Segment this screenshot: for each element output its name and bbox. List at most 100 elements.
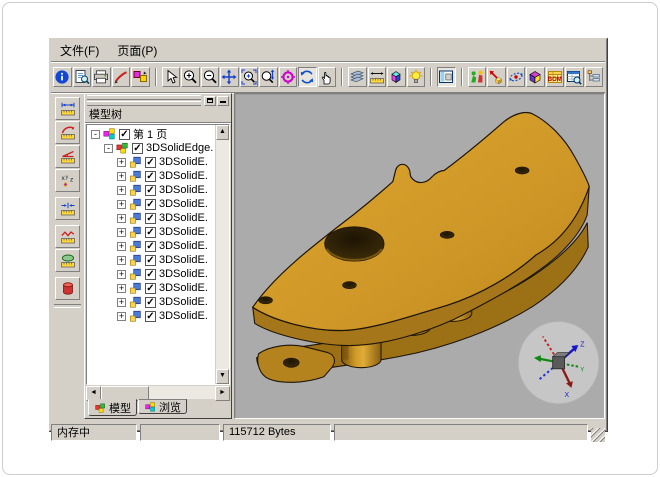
expand-icon[interactable]: + xyxy=(117,242,126,251)
render-mode-button[interactable] xyxy=(387,67,406,87)
menu-page[interactable]: 页面(P) xyxy=(108,40,166,61)
print-button[interactable] xyxy=(92,67,111,87)
panel-grip-lines xyxy=(87,95,201,107)
pan-button[interactable] xyxy=(318,67,337,87)
expand-icon[interactable]: + xyxy=(117,284,126,293)
collapse-icon[interactable]: - xyxy=(104,144,113,153)
zoom-window-button[interactable] xyxy=(240,67,259,87)
viewport-3d[interactable]: Z X Y xyxy=(234,93,605,419)
tree-row-part[interactable]: +✓3DSolidE. xyxy=(89,183,215,197)
tree-horizontal-scrollbar[interactable]: ◄ ► xyxy=(86,386,230,399)
expand-icon[interactable]: + xyxy=(117,256,126,265)
part-node-icon xyxy=(128,309,143,323)
light-button[interactable] xyxy=(407,67,426,87)
menu-file[interactable]: 文件(F) xyxy=(51,40,108,61)
tab-browse[interactable]: 浏览 xyxy=(138,399,187,414)
svg-text:X: X xyxy=(565,392,570,399)
select-button[interactable] xyxy=(162,67,181,87)
redline-button[interactable] xyxy=(112,67,131,87)
expand-icon[interactable]: + xyxy=(117,228,126,237)
rotate-center-button[interactable] xyxy=(279,67,298,87)
scroll-track[interactable] xyxy=(216,140,229,369)
node-checkbox[interactable]: ✓ xyxy=(145,311,156,322)
toolbar-separator xyxy=(151,67,162,87)
part-node-icon xyxy=(128,155,143,169)
node-checkbox[interactable]: ✓ xyxy=(145,297,156,308)
measure-volume-button[interactable] xyxy=(55,277,80,300)
tree-row-part[interactable]: +✓3DSolidE. xyxy=(89,211,215,225)
orbit-assembly-button[interactable] xyxy=(507,67,526,87)
table-search-button[interactable] xyxy=(565,67,584,87)
info-button[interactable] xyxy=(53,67,72,87)
zoom-out-button[interactable] xyxy=(201,67,220,87)
node-label: 3DSolidE. xyxy=(159,282,208,294)
expand-icon[interactable]: + xyxy=(117,186,126,195)
node-checkbox[interactable]: ✓ xyxy=(145,283,156,294)
node-checkbox[interactable]: ✓ xyxy=(145,171,156,182)
expand-icon[interactable]: + xyxy=(117,172,126,181)
node-checkbox[interactable]: ✓ xyxy=(145,185,156,196)
solid-view-button[interactable] xyxy=(526,67,545,87)
status-field-empty xyxy=(140,424,220,441)
panel-hide-button[interactable] xyxy=(217,96,229,106)
measure-distance-button[interactable] xyxy=(55,97,80,120)
expand-icon[interactable]: + xyxy=(117,270,126,279)
measure-area-button[interactable] xyxy=(55,249,80,272)
expand-icon[interactable]: + xyxy=(117,158,126,167)
node-checkbox[interactable]: ✓ xyxy=(145,269,156,280)
measure-coordinate-button[interactable] xyxy=(55,169,80,192)
node-checkbox[interactable]: ✓ xyxy=(145,199,156,210)
expand-icon[interactable]: + xyxy=(117,312,126,321)
node-checkbox[interactable]: ✓ xyxy=(145,157,156,168)
measure-angle-button[interactable] xyxy=(55,145,80,168)
tree-row-part[interactable]: +✓3DSolidE. xyxy=(89,197,215,211)
explode-button[interactable] xyxy=(487,67,506,87)
tree-row-part[interactable]: +✓3DSolidE. xyxy=(89,225,215,239)
node-checkbox[interactable]: ✓ xyxy=(145,213,156,224)
status-memory: 内存中 xyxy=(51,424,137,441)
scroll-up-arrow[interactable]: ▲ xyxy=(216,125,229,140)
scroll-track[interactable] xyxy=(149,386,215,399)
tree-row-part[interactable]: +✓3DSolidE. xyxy=(89,155,215,169)
measure-radius-button[interactable] xyxy=(55,121,80,144)
tree-row-part[interactable]: +✓3DSolidE. xyxy=(89,309,215,323)
zoom-in-button[interactable] xyxy=(181,67,200,87)
tab-model[interactable]: 模型 xyxy=(88,399,137,416)
tree-vertical-scrollbar[interactable]: ▲ ▼ xyxy=(215,125,229,384)
expand-icon[interactable]: + xyxy=(117,200,126,209)
print-preview-button[interactable] xyxy=(73,67,92,87)
measure-polyline-button[interactable] xyxy=(55,225,80,248)
tree-row-part[interactable]: +✓3DSolidE. xyxy=(89,295,215,309)
rotate-view-button[interactable] xyxy=(298,67,317,87)
navigation-triad[interactable]: Z X Y xyxy=(518,321,599,404)
dimension-button[interactable] xyxy=(368,67,387,87)
bom-button[interactable]: BOM xyxy=(546,67,565,87)
expand-icon[interactable]: + xyxy=(117,298,126,307)
tree-list-button[interactable] xyxy=(585,67,604,87)
tree-row-assembly[interactable]: - ✓ 3DSolidEdge. xyxy=(89,141,215,155)
tree-row-part[interactable]: +✓3DSolidE. xyxy=(89,169,215,183)
zoom-dynamic-button[interactable] xyxy=(259,67,278,87)
layers-button[interactable] xyxy=(348,67,367,87)
node-checkbox[interactable]: ✓ xyxy=(119,129,130,140)
resize-grip[interactable] xyxy=(591,428,605,442)
tree-row-part[interactable]: + ✓3DSolidE. xyxy=(89,281,215,295)
color-settings-button[interactable] xyxy=(131,67,150,87)
zoom-fit-button[interactable] xyxy=(220,67,239,87)
panel-restore-button[interactable] xyxy=(204,96,216,106)
tree-row-page[interactable]: - ✓ 第 1 页 xyxy=(89,127,215,141)
node-checkbox[interactable]: ✓ xyxy=(132,143,143,154)
node-checkbox[interactable]: ✓ xyxy=(145,227,156,238)
tree-row-part[interactable]: +✓3DSolidE. xyxy=(89,253,215,267)
scroll-down-arrow[interactable]: ▼ xyxy=(216,369,229,384)
node-checkbox[interactable]: ✓ xyxy=(145,241,156,252)
panel-grip[interactable] xyxy=(85,94,231,106)
tree-row-part[interactable]: +✓3DSolidE. xyxy=(89,239,215,253)
panel-toggle-button[interactable] xyxy=(437,67,456,87)
tree-row-part[interactable]: +✓3DSolidE. xyxy=(89,267,215,281)
node-checkbox[interactable]: ✓ xyxy=(145,255,156,266)
expand-icon[interactable]: + xyxy=(117,214,126,223)
collapse-icon[interactable]: - xyxy=(91,130,100,139)
assembly-button[interactable] xyxy=(468,67,487,87)
measure-min-distance-button[interactable] xyxy=(55,197,80,220)
